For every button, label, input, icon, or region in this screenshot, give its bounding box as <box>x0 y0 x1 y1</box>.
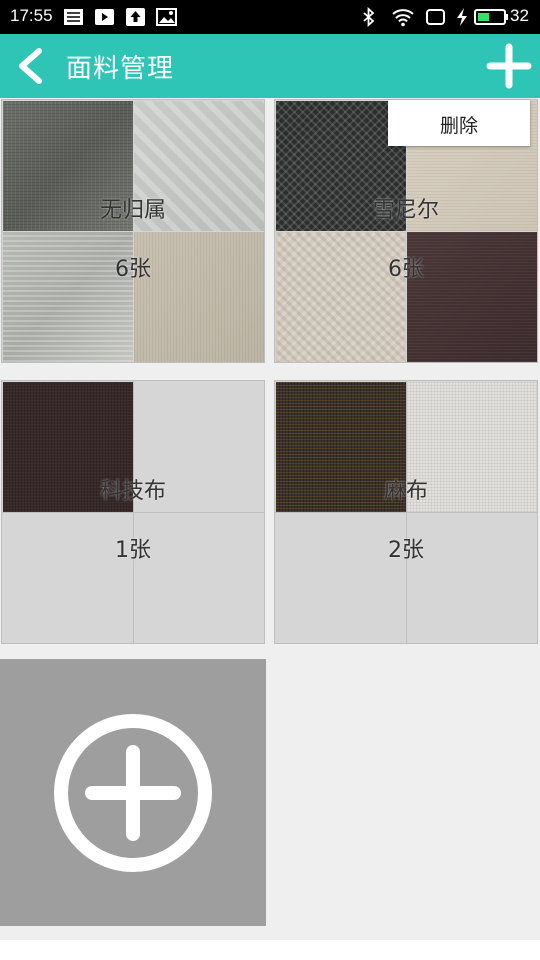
status-bar: 17:55 32 <box>0 0 540 34</box>
wifi-icon <box>392 9 414 27</box>
bluetooth-icon <box>363 7 375 27</box>
page-title: 面料管理 <box>66 54 175 84</box>
play-icon <box>95 9 114 25</box>
back-button[interactable] <box>0 34 58 98</box>
folder-card-tech-fabric[interactable]: 科技布 1张 <box>1 380 265 644</box>
plus-icon <box>486 43 532 89</box>
battery-icon <box>474 9 508 25</box>
add-circle-icon <box>54 714 212 872</box>
status-time: 17:55 <box>10 6 53 25</box>
folder-count: 1张 <box>115 538 151 563</box>
folder-card-linen[interactable]: 麻布 2张 <box>274 380 538 644</box>
folder-name: 麻布 <box>383 479 428 504</box>
folder-card-unassigned[interactable]: 无归属 6张 <box>1 99 265 363</box>
folder-count: 6张 <box>115 257 151 282</box>
back-arrow-icon <box>19 48 42 84</box>
delete-button[interactable]: 删除 <box>388 111 530 138</box>
battery-level: 32 <box>510 6 529 25</box>
bottom-strip <box>0 940 540 960</box>
keyboard-icon <box>64 9 83 25</box>
delete-menu: 删除 <box>388 100 530 146</box>
add-folder-button[interactable] <box>0 659 266 926</box>
folder-name: 雪尼尔 <box>372 198 439 223</box>
folder-name: 无归属 <box>99 198 166 223</box>
folder-name: 科技布 <box>99 479 166 504</box>
screen-icon <box>426 9 445 25</box>
folder-count: 2张 <box>388 538 424 563</box>
folder-count: 6张 <box>388 257 424 282</box>
charging-icon <box>457 8 467 26</box>
grid-divider <box>2 512 264 513</box>
app-bar: 面料管理 <box>0 34 540 98</box>
grid-divider <box>275 512 537 513</box>
add-button[interactable] <box>480 34 540 98</box>
image-icon <box>156 8 177 26</box>
upload-icon <box>126 8 145 26</box>
